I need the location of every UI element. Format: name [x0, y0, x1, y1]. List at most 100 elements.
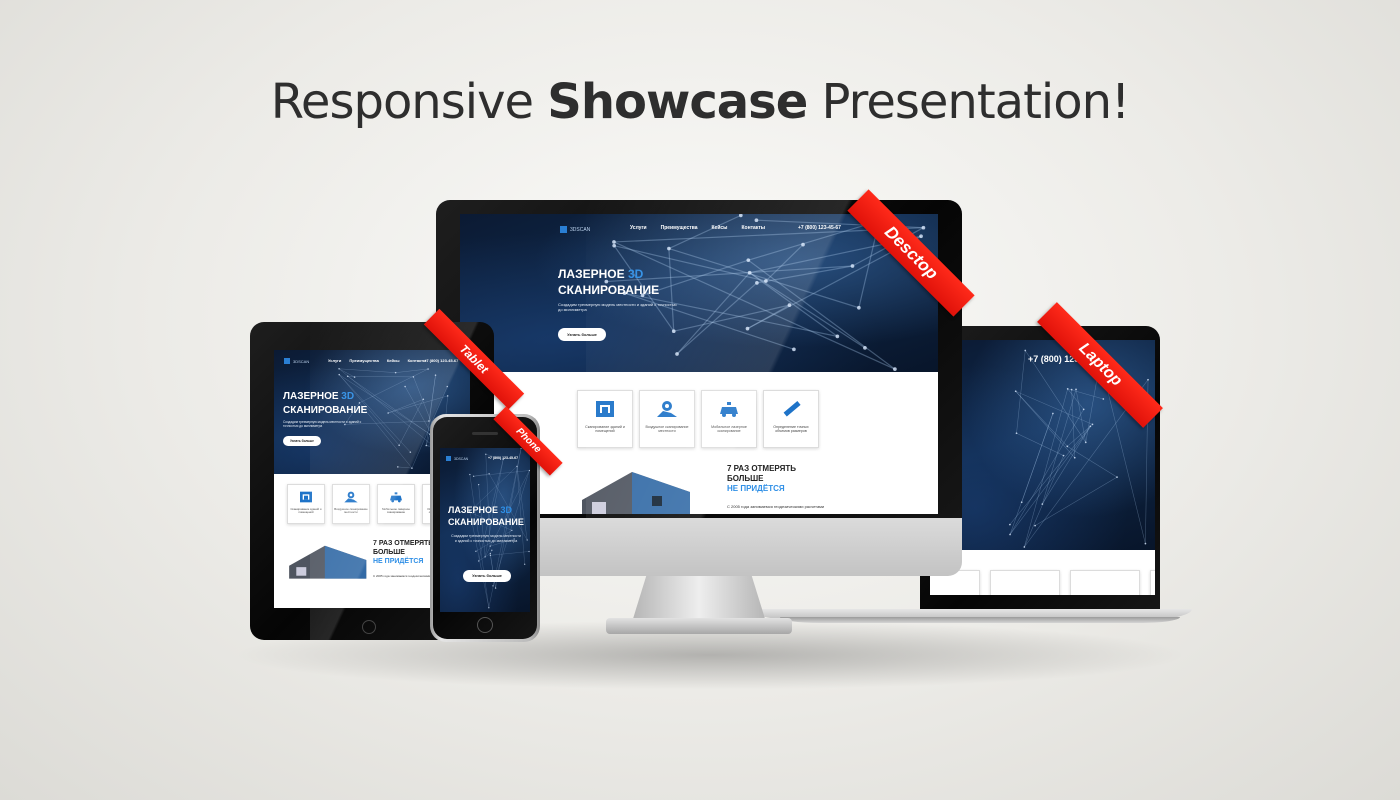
hero-title-part: СКАНИРОВАНИЕ [283, 404, 368, 416]
network-node [1014, 390, 1017, 393]
network-node [528, 469, 530, 472]
network-node [472, 475, 475, 477]
headline-bold: Showcase [547, 74, 808, 130]
building-scan-icon [596, 401, 614, 417]
tablet-hero-button[interactable]: Узнать больше [283, 436, 321, 446]
network-node [1009, 523, 1011, 526]
network-node [516, 465, 518, 467]
desktop-promo-text: С 2005 года занимаемся геодезическими ра… [727, 504, 825, 509]
network-node [1147, 378, 1149, 381]
tablet-logo[interactable]: 3DSCAN [284, 358, 309, 364]
nav-item-cases[interactable]: Кейсы [387, 358, 400, 363]
desktop-card[interactable]: Мобильное лазерное сканирование [701, 390, 757, 448]
network-node [1091, 423, 1094, 426]
desktop-card[interactable]: Воздушное сканирование местности [639, 390, 695, 448]
desktop-logo[interactable]: 3DSCAN [560, 226, 590, 233]
hero-title-part: СКАНИРОВАНИЕ [558, 283, 660, 298]
logo-cube-icon [560, 226, 567, 233]
network-node [1052, 412, 1054, 415]
network-node [1034, 524, 1036, 527]
tablet-card[interactable]: Мобильное лазерное сканирование [377, 484, 415, 524]
network-node [475, 550, 477, 552]
network-node [492, 585, 494, 587]
network-line [668, 247, 860, 309]
tablet-card[interactable]: Воздушное сканирование местности [332, 484, 370, 524]
network-node [746, 258, 751, 263]
nav-item-contacts[interactable]: Контакты [741, 225, 765, 231]
nav-item-services[interactable]: Услуги [328, 358, 341, 363]
desktop-network-graphic [604, 214, 926, 371]
card-label: Сканирование зданий и помещений [290, 507, 322, 515]
hero-title-accent: 3D [341, 391, 355, 402]
network-node [747, 270, 752, 275]
network-node [489, 552, 491, 555]
tablet-home-button[interactable] [362, 620, 376, 634]
nav-item-services[interactable]: Услуги [630, 225, 647, 231]
network-line [1015, 390, 1093, 425]
network-node [612, 243, 616, 248]
desktop-hero-button[interactable]: Узнать больше [558, 328, 606, 341]
desktop-hero-title: ЛАЗЕРНОЕ 3D СКАНИРОВАНИЕ [558, 266, 659, 298]
network-node [338, 368, 340, 370]
network-node [398, 444, 400, 446]
network-line [395, 368, 429, 373]
network-node [835, 334, 840, 339]
network-node [1144, 542, 1147, 545]
network-line [347, 376, 414, 378]
network-node [1070, 388, 1073, 391]
ruler-icon [783, 401, 801, 417]
network-node [489, 545, 491, 547]
network-line [397, 466, 412, 469]
network-node [745, 326, 750, 331]
network-node [478, 483, 480, 486]
network-line [339, 368, 396, 373]
network-node [1116, 476, 1118, 478]
logo-cube-icon [446, 456, 451, 461]
network-node [1089, 425, 1092, 428]
hero-title-part: ЛАЗЕРНОЕ [283, 391, 342, 402]
promo-title-part: БОЛЬШЕ [373, 548, 405, 556]
phone-phone: +7 (800) 123-45-67 [488, 456, 519, 460]
network-node [488, 607, 490, 609]
laptop-card[interactable] [1070, 570, 1140, 595]
desktop-card[interactable]: Определение точных объемов размеров [763, 390, 819, 448]
network-node [1015, 432, 1018, 435]
phone-speaker [472, 432, 498, 435]
network-line [1009, 424, 1093, 535]
phone-logo[interactable]: 3DSCAN [446, 456, 468, 461]
network-line [359, 368, 429, 404]
network-node [489, 554, 491, 556]
laptop-card[interactable] [990, 570, 1060, 595]
desktop-hero-subtitle: Создадим трехмерную модель местности и з… [558, 302, 677, 313]
phone-home-button[interactable] [477, 617, 493, 633]
tablet-nav: Услуги Преимущества Кейсы Контакты [328, 358, 426, 363]
desktop-card[interactable]: Сканирование зданий и помещений [577, 390, 633, 448]
phone-hero: 3DSCAN +7 (800) 123-45-67 ЛАЗЕРНОЕ 3D СК… [440, 448, 530, 612]
network-node [801, 242, 805, 247]
house-image [289, 545, 367, 579]
laptop-cards [930, 570, 1155, 595]
network-node [787, 303, 792, 307]
promo-title-part: 7 РАЗ ОТМЕРЯТЬ [727, 464, 796, 473]
nav-item-advantages[interactable]: Преимущества [349, 358, 379, 363]
house-image [582, 472, 690, 514]
network-node [485, 453, 487, 455]
network-line [485, 454, 491, 547]
desktop-logo-text: 3DSCAN [570, 226, 591, 233]
network-node [893, 367, 897, 371]
network-node [422, 398, 425, 401]
nav-item-cases[interactable]: Кейсы [712, 225, 728, 231]
laptop-card[interactable] [1150, 570, 1155, 595]
logo-cube-icon [284, 358, 290, 364]
building-scan-icon [300, 491, 312, 503]
phone-hero-button[interactable]: Узнать больше [463, 570, 511, 582]
car-icon [720, 402, 738, 417]
network-node [387, 412, 389, 414]
network-node [754, 218, 759, 223]
headline-pre: Responsive [270, 74, 548, 130]
nav-item-advantages[interactable]: Преимущества [661, 225, 698, 231]
headline: Responsive Showcase Presentation! [0, 74, 1400, 130]
network-node [484, 556, 486, 558]
car-icon [390, 492, 402, 503]
tablet-card[interactable]: Сканирование зданий и помещений [287, 484, 325, 524]
